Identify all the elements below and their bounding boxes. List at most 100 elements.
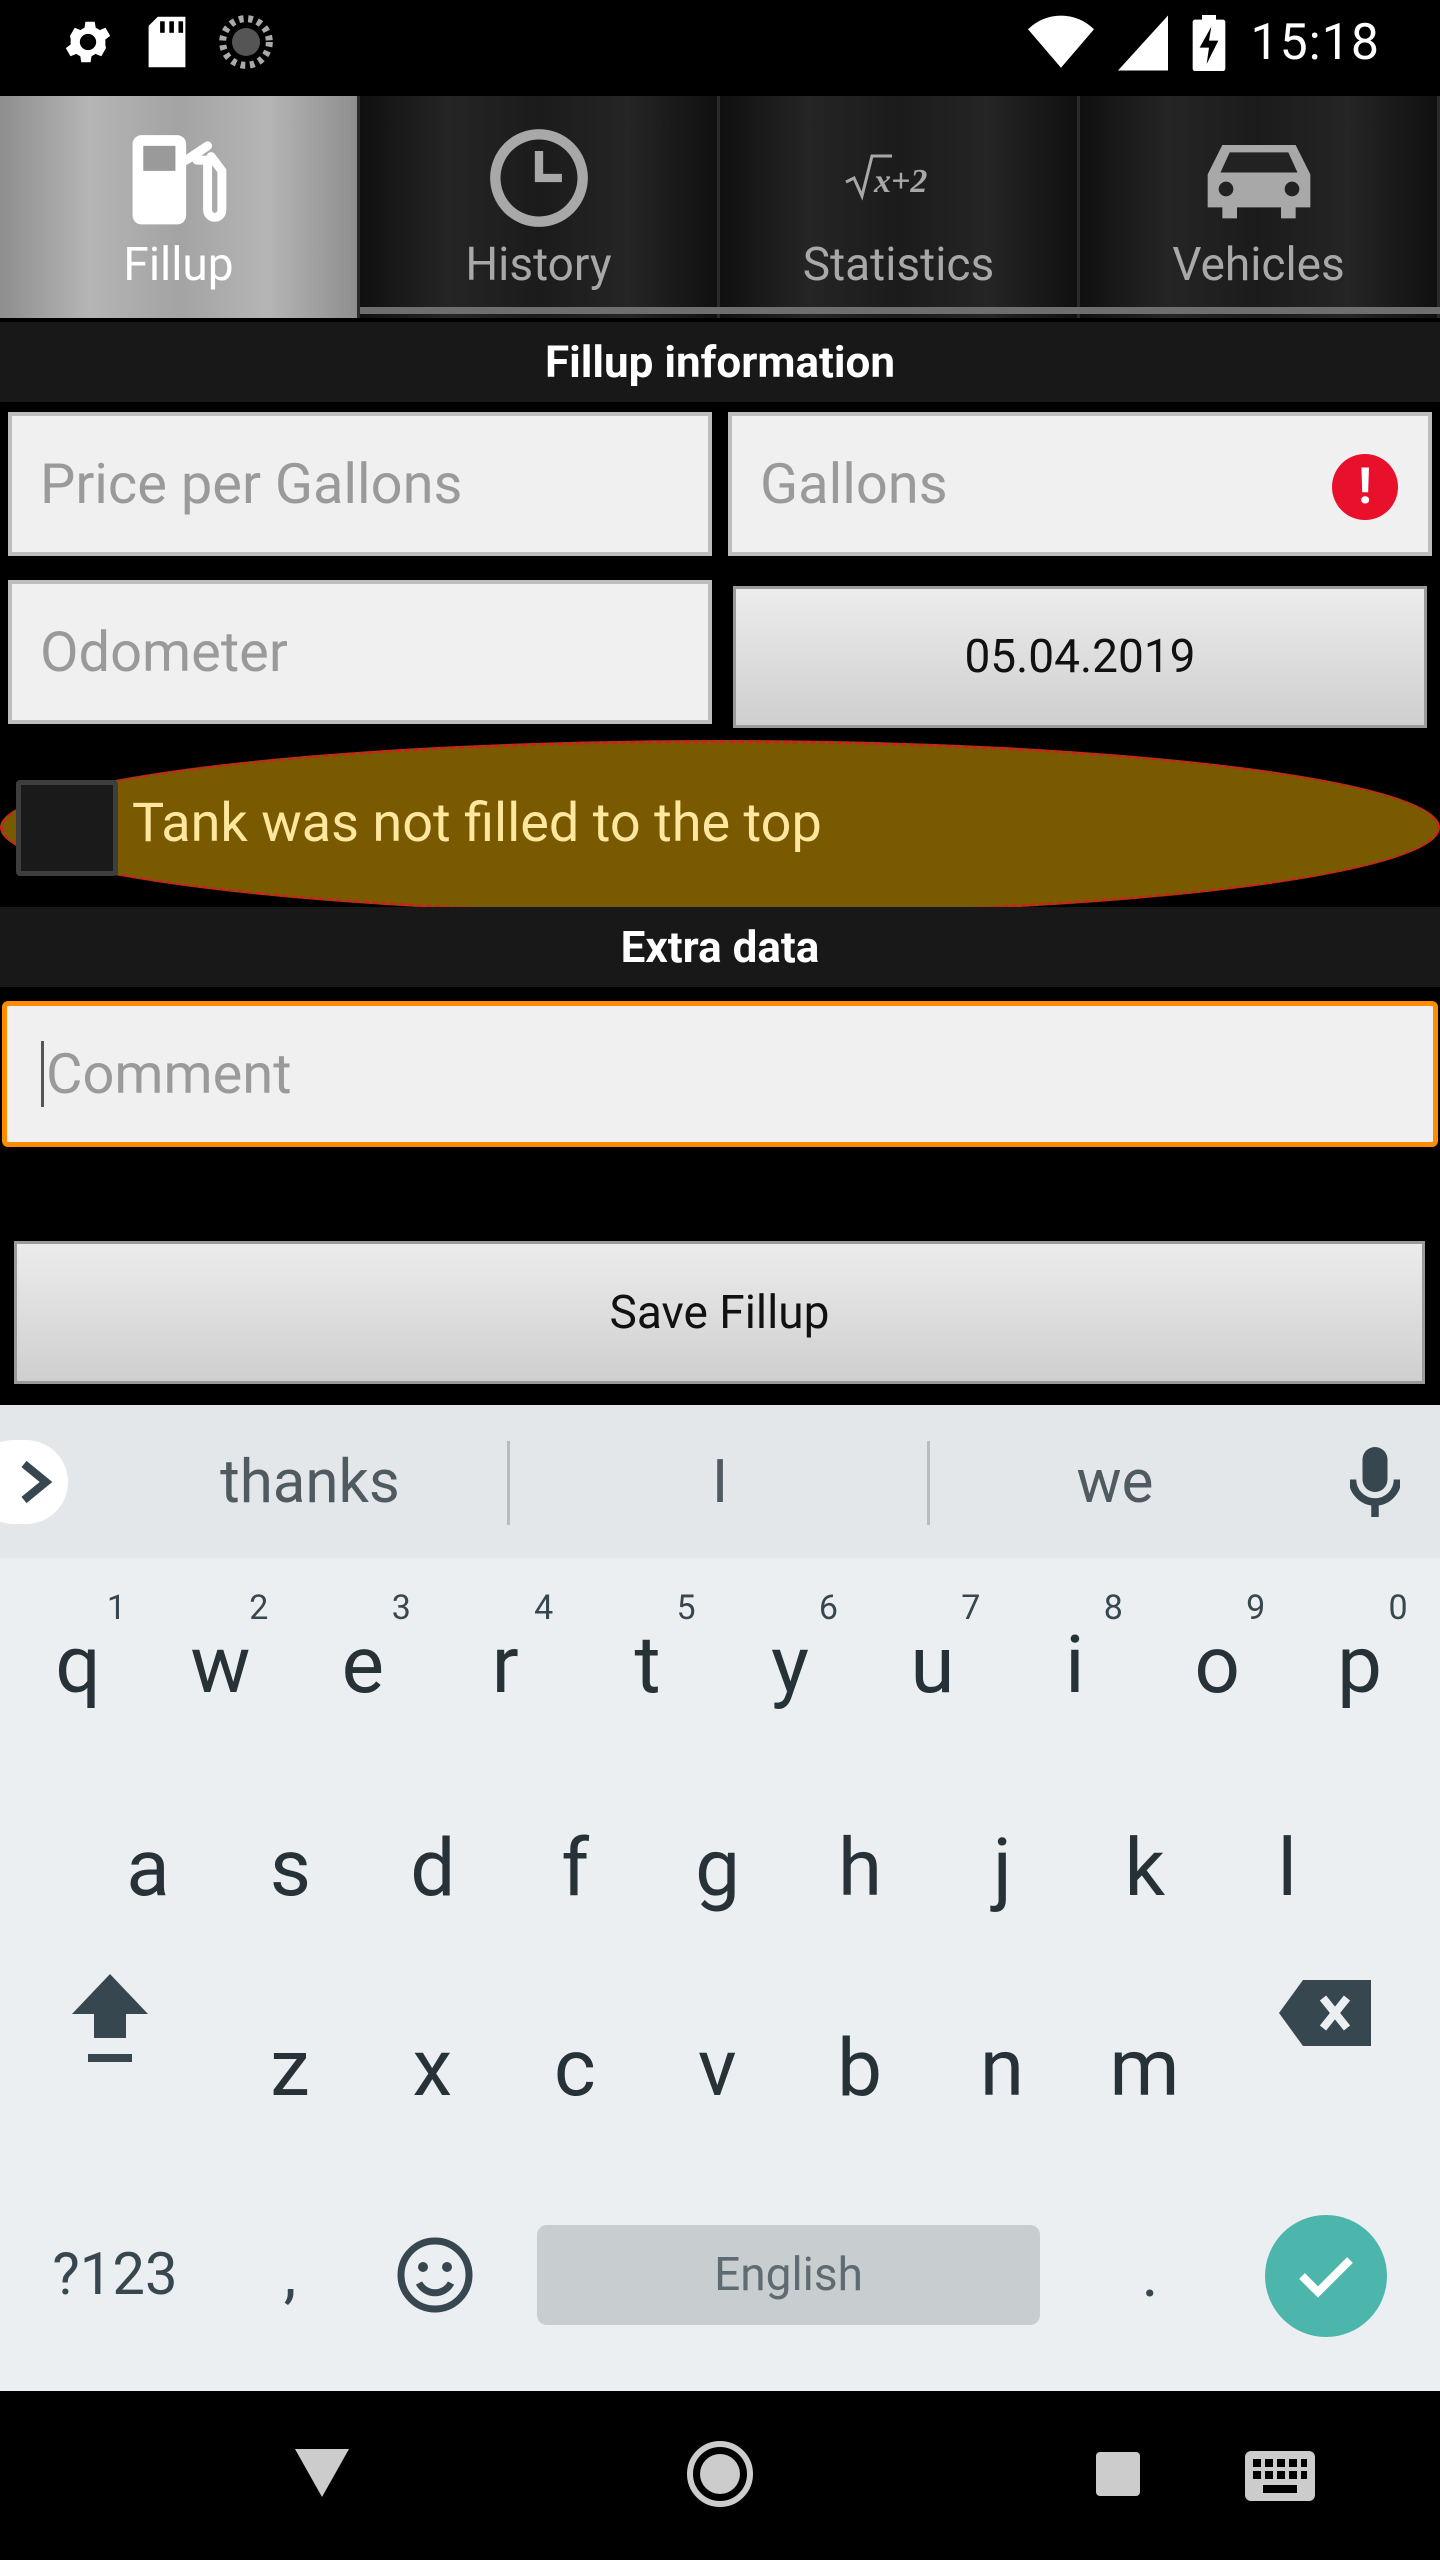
suggestion-2[interactable]: I: [520, 1405, 920, 1558]
key-w[interactable]: 2w: [150, 1580, 290, 1750]
key-m[interactable]: m: [1074, 1983, 1214, 2153]
key-char: d: [410, 1821, 456, 1915]
partial-fill-checkbox[interactable]: [16, 780, 118, 876]
battery-charging-icon: [1193, 15, 1226, 71]
key-char: e: [341, 1618, 384, 1712]
key-h[interactable]: h: [790, 1783, 930, 1953]
status-time: 15:18: [1250, 14, 1380, 72]
key-hint: 3: [391, 1588, 411, 1628]
emoji-key[interactable]: [380, 2225, 490, 2325]
tab-label: Fillup: [123, 238, 234, 292]
key-char: p: [1337, 1618, 1383, 1712]
key-char: c: [553, 2021, 596, 2115]
key-hint: 7: [961, 1588, 981, 1628]
fuel-pump-icon: [132, 135, 226, 225]
suggestion-divider: [507, 1441, 510, 1525]
key-j[interactable]: j: [932, 1783, 1072, 1953]
key-b[interactable]: b: [790, 1983, 930, 2153]
status-bar: 15:18: [0, 0, 1440, 96]
partial-fill-row[interactable]: Tank was not filled to the top: [0, 740, 1440, 915]
key-hint: 0: [1388, 1588, 1408, 1628]
key-char: h: [837, 1821, 883, 1915]
key-char: k: [1124, 1821, 1166, 1915]
save-fillup-button[interactable]: Save Fillup: [14, 1241, 1425, 1384]
key-char: q: [55, 1618, 101, 1712]
car-icon: [1207, 145, 1310, 219]
navigation-bar: [0, 2391, 1440, 2560]
key-k[interactable]: k: [1075, 1783, 1215, 1953]
emoji-icon: [397, 2237, 473, 2313]
date-value: 05.04.2019: [964, 630, 1196, 684]
text-caret: [41, 1041, 44, 1107]
key-t[interactable]: 5t: [578, 1580, 718, 1750]
shift-icon: [72, 1974, 148, 2062]
sync-spinner-icon: [219, 15, 273, 69]
enter-key[interactable]: [1265, 2215, 1387, 2337]
tab-statistics[interactable]: x+2 Statistics: [720, 96, 1080, 318]
key-char: t: [634, 1618, 661, 1712]
key-c[interactable]: c: [505, 1983, 645, 2153]
key-char: o: [1194, 1618, 1240, 1712]
home-icon[interactable]: [686, 2440, 754, 2508]
tab-history[interactable]: History: [360, 96, 720, 318]
key-hint: 4: [534, 1588, 554, 1628]
comment-placeholder: Comment: [46, 1041, 292, 1107]
key-r[interactable]: 4r: [435, 1580, 575, 1750]
chevron-right-icon: [21, 1460, 53, 1504]
key-z[interactable]: z: [220, 1983, 360, 2153]
key-s[interactable]: s: [220, 1783, 360, 1953]
expand-suggestions-button[interactable]: [0, 1440, 68, 1524]
key-y[interactable]: 6y: [720, 1580, 860, 1750]
symbols-key[interactable]: ?123: [20, 2225, 210, 2325]
suggestion-3[interactable]: we: [930, 1405, 1300, 1558]
suggestion-1[interactable]: thanks: [110, 1405, 510, 1558]
keyboard-switch-icon[interactable]: [1245, 2451, 1315, 2501]
key-f[interactable]: f: [505, 1783, 645, 1953]
back-icon[interactable]: [295, 2449, 349, 2497]
comment-input[interactable]: Comment: [2, 1001, 1438, 1147]
tab-label: Statistics: [802, 238, 995, 292]
key-e[interactable]: 3e: [293, 1580, 433, 1750]
key-v[interactable]: v: [647, 1983, 787, 2153]
clock-icon: [489, 129, 588, 227]
gallons-input[interactable]: Gallons !: [728, 412, 1432, 556]
key-o[interactable]: 9o: [1147, 1580, 1287, 1750]
comma-key[interactable]: ,: [230, 2225, 350, 2325]
key-char: v: [697, 2021, 737, 2115]
key-u[interactable]: 7u: [862, 1580, 1002, 1750]
tab-vehicles[interactable]: Vehicles: [1080, 96, 1440, 318]
key-i[interactable]: 8i: [1005, 1580, 1145, 1750]
key-char: x: [412, 2021, 453, 2115]
key-char: j: [992, 1821, 1012, 1915]
space-key[interactable]: English: [537, 2225, 1040, 2325]
shift-key[interactable]: [40, 1970, 180, 2081]
key-char: y: [771, 1618, 809, 1712]
key-n[interactable]: n: [932, 1983, 1072, 2153]
key-char: s: [269, 1821, 312, 1915]
key-char: b: [837, 2021, 883, 2115]
recents-icon[interactable]: [1096, 2452, 1140, 2496]
microphone-icon[interactable]: [1350, 1447, 1400, 1517]
tab-fillup[interactable]: Fillup: [0, 96, 360, 318]
price-per-gallon-input[interactable]: Price per Gallons: [8, 412, 712, 556]
key-hint: 8: [1103, 1588, 1123, 1628]
section-header-fillup: Fillup information: [0, 322, 1440, 402]
key-a[interactable]: a: [78, 1783, 218, 1953]
save-fillup-label: Save Fillup: [609, 1285, 830, 1340]
sd-card-icon: [148, 16, 186, 68]
section-header-extra: Extra data: [0, 907, 1440, 987]
partial-fill-label: Tank was not filled to the top: [132, 792, 822, 855]
key-p[interactable]: 0p: [1290, 1580, 1430, 1750]
key-g[interactable]: g: [648, 1783, 788, 1953]
key-x[interactable]: x: [362, 1983, 502, 2153]
backspace-key[interactable]: [1270, 1980, 1380, 2061]
odometer-input[interactable]: Odometer: [8, 580, 712, 724]
key-char: u: [910, 1618, 955, 1712]
key-char: f: [561, 1821, 590, 1915]
date-button[interactable]: 05.04.2019: [733, 586, 1427, 728]
key-char: z: [270, 2021, 310, 2115]
period-key[interactable]: .: [1090, 2225, 1210, 2325]
key-q[interactable]: 1q: [8, 1580, 148, 1750]
key-d[interactable]: d: [363, 1783, 503, 1953]
key-l[interactable]: l: [1217, 1783, 1357, 1953]
